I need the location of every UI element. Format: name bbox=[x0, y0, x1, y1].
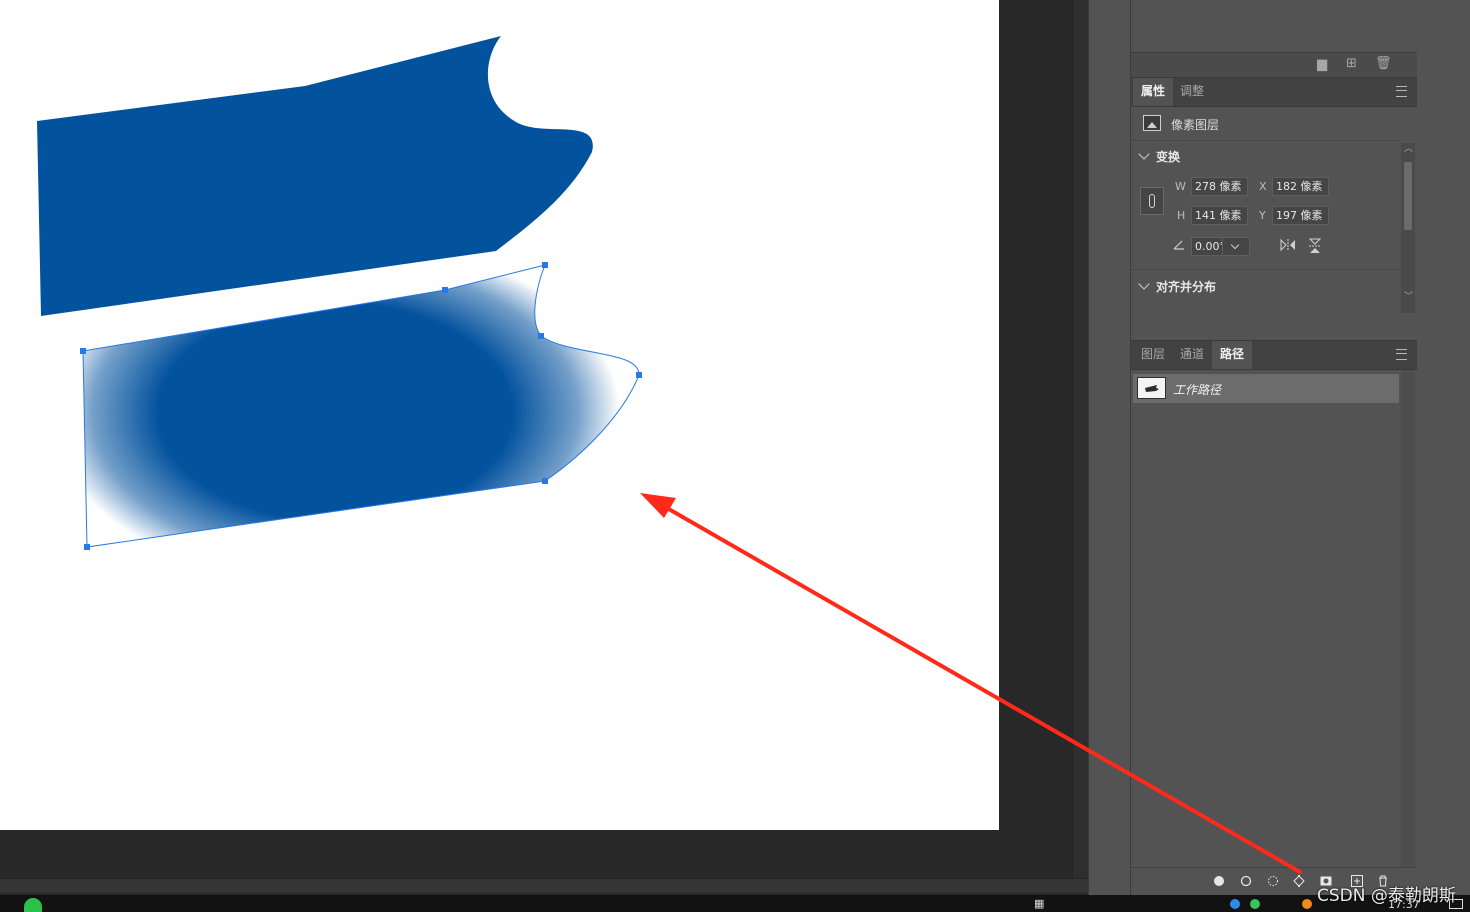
transform-section-header[interactable]: 变换 bbox=[1137, 148, 1180, 165]
chevron-down-icon bbox=[1138, 278, 1150, 290]
anchor-point[interactable] bbox=[442, 287, 448, 293]
folder-icon[interactable]: ▆ bbox=[1317, 58, 1327, 71]
tray-app-icon[interactable] bbox=[1302, 899, 1312, 909]
input-method-icon[interactable]: ▦ bbox=[1034, 897, 1044, 910]
paths-tab-bar: 图层 通道 路径 bbox=[1131, 340, 1417, 370]
align-section-title: 对齐并分布 bbox=[1156, 280, 1217, 294]
load-selection-icon[interactable] bbox=[1267, 875, 1279, 887]
watermark: CSDN @泰勒朗斯 bbox=[1317, 886, 1456, 906]
h-label: H bbox=[1177, 209, 1186, 222]
properties-tab-bar: 属性 调整 bbox=[1131, 78, 1417, 107]
document-canvas[interactable] bbox=[0, 0, 999, 830]
tab-layers[interactable]: 图层 bbox=[1133, 341, 1173, 369]
pixel-layer-icon bbox=[1143, 115, 1161, 131]
trash-icon[interactable]: 🗑 bbox=[1375, 57, 1392, 70]
tab-paths[interactable]: 路径 bbox=[1212, 341, 1253, 369]
tab-properties[interactable]: 属性 bbox=[1133, 78, 1174, 106]
width-field[interactable]: 278 像素 bbox=[1191, 177, 1248, 196]
tab-adjustments[interactable]: 调整 bbox=[1172, 78, 1212, 106]
tab-channels[interactable]: 通道 bbox=[1172, 341, 1212, 369]
height-field[interactable]: 141 像素 bbox=[1191, 206, 1248, 225]
anchor-point[interactable] bbox=[538, 333, 544, 339]
layer-type-label: 像素图层 bbox=[1171, 118, 1220, 132]
stroke-path-icon[interactable] bbox=[1240, 875, 1252, 887]
paths-panel: 工作路径 bbox=[1131, 370, 1417, 867]
panel-menu-icon[interactable] bbox=[1396, 86, 1407, 97]
transform-section-title: 变换 bbox=[1156, 150, 1181, 164]
anchor-point[interactable] bbox=[636, 372, 642, 378]
x-field[interactable]: 182 像素 bbox=[1272, 177, 1329, 196]
scroll-down-icon[interactable]: ﹀ bbox=[1404, 293, 1413, 302]
y-label: Y bbox=[1259, 209, 1266, 222]
vertical-scrollbar[interactable] bbox=[1072, 0, 1089, 878]
flip-horizontal-icon[interactable] bbox=[1279, 238, 1297, 252]
chevron-down-icon bbox=[1138, 148, 1150, 160]
fill-path-icon[interactable] bbox=[1213, 875, 1225, 887]
collapsed-panel-area bbox=[1131, 0, 1417, 52]
angle-dropdown-button[interactable] bbox=[1222, 237, 1250, 256]
scroll-up-icon[interactable]: ︿ bbox=[1404, 145, 1413, 154]
tray-app-icon[interactable] bbox=[1250, 899, 1260, 909]
flip-vertical-icon[interactable] bbox=[1308, 237, 1322, 255]
new-item-icon[interactable]: ⊞ bbox=[1346, 57, 1357, 70]
x-label: X bbox=[1259, 180, 1267, 193]
canvas-artwork bbox=[37, 36, 642, 550]
properties-scroll-thumb[interactable] bbox=[1404, 162, 1412, 230]
angle-field[interactable]: 0.00° bbox=[1191, 237, 1225, 256]
dock-right-edge bbox=[1417, 0, 1470, 895]
path-list-item[interactable]: 工作路径 bbox=[1133, 374, 1399, 403]
properties-panel: 像素图层 变换 W 278 像素 X 182 像素 H 141 像素 Y 197… bbox=[1131, 107, 1417, 339]
anchor-point[interactable] bbox=[84, 544, 90, 550]
path-thumbnail bbox=[1137, 377, 1166, 399]
link-dimensions-button[interactable] bbox=[1140, 187, 1164, 215]
path-name[interactable]: 工作路径 bbox=[1173, 381, 1221, 398]
paths-scrollbar[interactable] bbox=[1401, 370, 1415, 867]
section-divider bbox=[1131, 269, 1401, 270]
make-work-path-icon[interactable] bbox=[1293, 875, 1305, 887]
anchor-point[interactable] bbox=[542, 478, 548, 484]
anchor-point[interactable] bbox=[80, 348, 86, 354]
horizontal-scrollbar[interactable] bbox=[0, 878, 1088, 893]
panel-menu-icon[interactable] bbox=[1396, 349, 1407, 360]
canvas-workspace[interactable] bbox=[0, 0, 1088, 878]
align-section-header[interactable]: 对齐并分布 bbox=[1137, 278, 1216, 295]
layer-type-row: 像素图层 bbox=[1131, 107, 1401, 141]
wechat-icon[interactable] bbox=[24, 898, 42, 912]
collapsed-panel-footer: ▆ ⊞ 🗑 bbox=[1131, 52, 1417, 78]
anchor-point[interactable] bbox=[542, 262, 548, 268]
os-taskbar: ▦ bbox=[0, 895, 1470, 912]
tray-app-icon[interactable] bbox=[1230, 899, 1240, 909]
w-label: W bbox=[1175, 180, 1186, 193]
y-field[interactable]: 197 像素 bbox=[1272, 206, 1329, 225]
angle-icon bbox=[1173, 240, 1184, 250]
right-panel-dock: ▆ ⊞ 🗑 属性 调整 像素图层 变换 W 278 像素 X 182 像素 H … bbox=[1130, 0, 1418, 896]
dock-gutter bbox=[1088, 0, 1131, 895]
